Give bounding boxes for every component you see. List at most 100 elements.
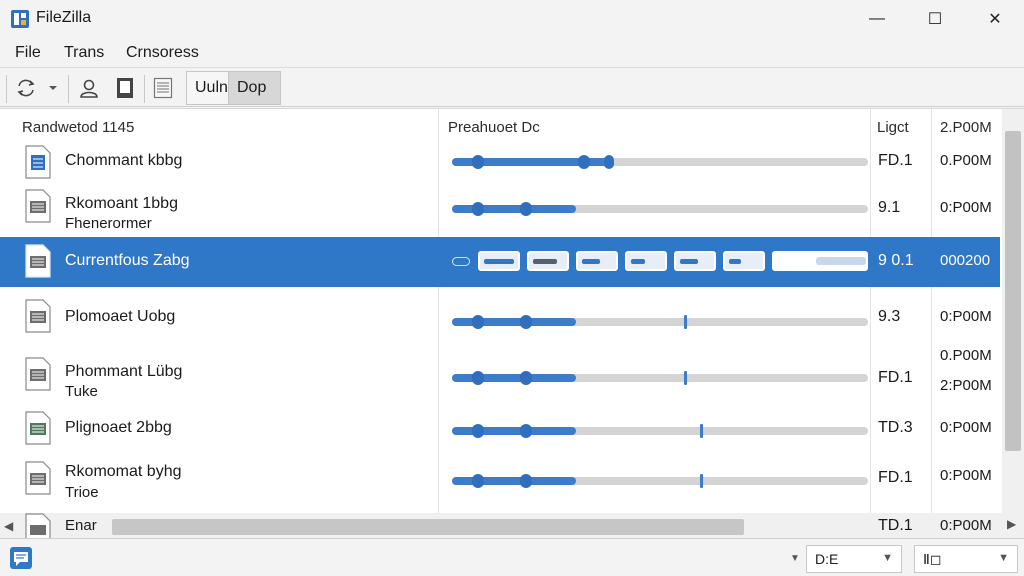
menu-file[interactable]: File: [15, 44, 41, 62]
progress-tail-bar: [816, 257, 866, 265]
progress-segment-bar: [729, 259, 741, 264]
status-bar: ▼ D:E ▼ Ⅱ◻ ▼: [0, 538, 1024, 576]
vertical-scrollbar[interactable]: ▶: [1002, 109, 1024, 539]
server-icon: [117, 78, 133, 98]
archive-file-icon: [25, 461, 51, 495]
file-name: Rkomoant 1bbg: [65, 195, 178, 212]
file-size: 000200: [940, 252, 991, 269]
file-subname: Fhenerormer: [65, 215, 152, 232]
list-item[interactable]: Plignoaet 2bbg TD.3 0:P00M: [0, 405, 1000, 453]
menu-compress[interactable]: Crnsoress: [126, 44, 199, 62]
progress-fill: [452, 205, 576, 213]
progress-marker: [700, 424, 703, 438]
transfer-value: FD.1: [878, 369, 913, 386]
document-icon: [25, 145, 51, 179]
progress-fill: [452, 427, 576, 435]
progress-fill: [452, 477, 576, 485]
file-size: 0.P00M: [940, 152, 992, 169]
progress-knob[interactable]: [472, 315, 484, 329]
list-item[interactable]: Rkomoant 1bbg Fhenerormer 9.1 0:P00M: [0, 185, 1000, 237]
menu-transfer[interactable]: Trans: [64, 44, 104, 62]
file-list: Randwetod 1145 Preahuoet Dc Ligct 2.P00M…: [0, 108, 1024, 539]
chat-icon: [14, 552, 28, 566]
minimize-button[interactable]: —: [848, 0, 906, 38]
window-title: FileZilla: [36, 9, 92, 26]
transfer-value: 9 0.1: [878, 252, 914, 269]
file-name: Chommant kbbg: [65, 152, 183, 169]
status-combo-2[interactable]: Ⅱ◻ ▼: [914, 545, 1018, 573]
list-item[interactable]: Chommant kbbg FD.1 0.P00M: [0, 139, 1000, 185]
progress-segment: [625, 251, 667, 271]
progress-knob[interactable]: [472, 155, 484, 169]
list-item-selected[interactable]: Currentfous Zabg 9 0.1 000200: [0, 237, 1000, 287]
file-size: 0:P00M: [940, 199, 992, 216]
progress-knob[interactable]: [520, 315, 532, 329]
progress-track: [452, 202, 868, 216]
progress-knob[interactable]: [472, 424, 484, 438]
vertical-scroll-thumb[interactable]: [1005, 131, 1021, 451]
progress-knob[interactable]: [578, 155, 590, 169]
progress-knob[interactable]: [520, 424, 532, 438]
column-header-progress[interactable]: Preahuoet Dc: [448, 119, 540, 136]
close-button[interactable]: ✕: [966, 0, 1024, 38]
filezilla-app-icon: [11, 10, 29, 28]
list-item[interactable]: Phommant Lübg Tuke FD.1 0.P00M 2:P00M: [0, 345, 1000, 405]
title-bar: FileZilla — ☐ ✕: [0, 0, 1024, 38]
transfer-value: 9.3: [878, 308, 901, 325]
transfer-value: FD.1: [878, 152, 913, 169]
status-combo-2-label: Ⅱ◻: [923, 550, 942, 567]
horizontal-scroll-thumb[interactable]: [112, 519, 744, 535]
list-item[interactable]: Rkomomat byhg Trioe FD.1 0:P00M: [0, 453, 1000, 511]
site-manager-button[interactable]: [74, 73, 104, 103]
file-size: 0:P00M: [940, 467, 992, 484]
progress-knob[interactable]: [604, 155, 614, 169]
file-name: Phommant Lübg: [65, 363, 183, 380]
column-header-name[interactable]: Randwetod 1145: [22, 119, 134, 136]
scroll-left-icon[interactable]: ◀: [4, 519, 13, 533]
column-header-size[interactable]: 2.P00M: [940, 119, 992, 136]
progress-segment-bar: [631, 259, 645, 264]
scroll-right-icon[interactable]: ▶: [1007, 517, 1016, 531]
progress-track: [452, 155, 868, 169]
progress-segment: [723, 251, 765, 271]
horizontal-scrollbar[interactable]: ◀ Enar TD.1 0:P00M: [0, 513, 1002, 539]
progress-knob[interactable]: [472, 474, 484, 488]
archive-file-icon: [25, 357, 51, 391]
progress-track: [452, 474, 868, 488]
tab-download[interactable]: Dop: [228, 71, 281, 105]
progress-segment-bar: [533, 259, 557, 264]
close-icon: ✕: [988, 11, 1002, 28]
menu-bar: File Trans Crnsoress: [0, 38, 1024, 68]
column-header-value[interactable]: Ligct: [877, 119, 909, 136]
list-item[interactable]: Plomoaet Uobg 9.3 0:P00M: [0, 289, 1000, 345]
progress-segment: [576, 251, 618, 271]
message-log-icon[interactable]: [10, 547, 32, 569]
chevron-down-icon: ▼: [882, 552, 893, 564]
progress-segment-bar: [484, 259, 514, 264]
file-name: Rkomomat byhg: [65, 463, 182, 480]
file-name: Plomoaet Uobg: [65, 308, 176, 325]
sync-dropdown-button[interactable]: [44, 73, 62, 103]
progress-knob[interactable]: [472, 371, 484, 385]
tab-upload[interactable]: Uuln: [186, 71, 230, 105]
progress-knob[interactable]: [520, 474, 532, 488]
queue-button[interactable]: [148, 73, 178, 103]
progress-tail: [772, 251, 868, 271]
dropdown-arrow-icon: [49, 86, 57, 90]
progress-fill: [452, 318, 576, 326]
toolbar-separator: [6, 75, 7, 103]
archive-file-icon: [25, 189, 51, 223]
progress-knob[interactable]: [520, 371, 532, 385]
progress-segment: [478, 251, 520, 271]
progress-knob[interactable]: [472, 202, 484, 216]
sync-button[interactable]: [12, 73, 40, 103]
progress-knob[interactable]: [520, 202, 532, 216]
status-combo-1[interactable]: D:E ▼: [806, 545, 902, 573]
dropdown-arrow-icon[interactable]: ▼: [790, 553, 800, 564]
maximize-button[interactable]: ☐: [906, 0, 964, 38]
progress-marker: [684, 371, 687, 385]
minimize-icon: —: [869, 10, 885, 27]
server-button[interactable]: [110, 73, 140, 103]
toolbar-separator: [68, 75, 69, 103]
transfer-value: TD.1: [878, 517, 913, 534]
